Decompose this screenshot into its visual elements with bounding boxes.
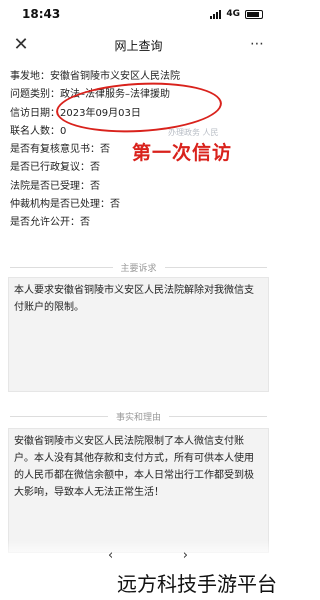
close-icon[interactable]: ✕ [12,35,30,55]
page-title: 网上查询 [114,38,163,53]
watermark: 办理政务 人民 [168,128,219,137]
facts-box: 安徽省铜陵市义安区人民法院限制了本人微信支付账户。本人没有其他存款和支付方式，所… [8,428,269,553]
status-time: 18:43 [22,7,61,21]
forward-arrow-icon[interactable]: › [183,548,188,563]
facts-content: 安徽省铜陵市义安区人民法院限制了本人微信支付账户。本人没有其他存款和支付方式，所… [14,436,254,498]
facts-divider: 事实和理由 [10,410,268,423]
handwritten-annotation: 第一次信访 [132,142,233,164]
footer-watermark: 远方科技手游平台 [117,572,277,596]
main-request-box: 本人要求安徽省铜陵市义安区人民法院解除对我微信支付账户的限制。 [8,277,269,392]
main-request-divider: 主要诉求 [10,261,268,274]
signal-icon [210,9,222,19]
more-icon[interactable]: ⋯ [250,36,265,52]
main-request-title: 主要诉求 [120,263,157,274]
battery-icon [245,9,263,19]
field-arbitration: 仲裁机构是否已处理：否 [10,199,120,211]
field-public-allowed: 是否允许公开：否 [10,217,90,229]
facts-title: 事实和理由 [116,412,162,423]
status-icons: 4G [210,9,263,19]
nav-bar: ✕ 网上查询 ⋯ [0,30,277,60]
main-request-content: 本人要求安徽省铜陵市义安区人民法院解除对我微信支付账户的限制。 [14,285,254,313]
page-nav: ‹ › [108,548,188,563]
field-court-accepted: 法院是否已受理：否 [10,180,100,192]
back-arrow-icon[interactable]: ‹ [108,548,113,563]
status-bar: 18:43 4G [0,0,277,28]
network-type: 4G [226,9,240,19]
